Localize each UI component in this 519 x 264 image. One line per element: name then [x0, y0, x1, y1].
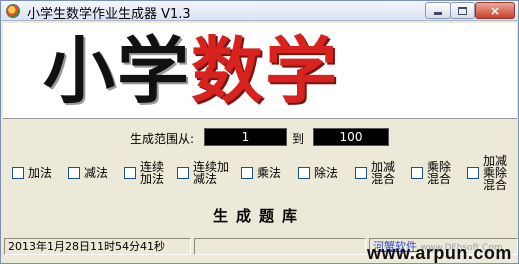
option-label: 加减 混合 [371, 160, 396, 186]
banner-logo: 小学数学 [3, 23, 517, 119]
checkbox[interactable] [355, 167, 367, 179]
minimize-icon [434, 12, 442, 15]
status-time: 2013年1月28日11时54分41秒 [4, 238, 191, 255]
option-all-mixed[interactable]: 加减 乘除 混合 [467, 155, 507, 191]
close-icon: × [489, 3, 501, 18]
option-division[interactable]: 除法 [298, 161, 338, 179]
option-label: 加减 乘除 混合 [483, 154, 508, 192]
checkbox[interactable] [177, 167, 189, 179]
checkbox[interactable] [124, 167, 136, 179]
checkbox[interactable] [298, 167, 310, 179]
watermark-text: www.arpun.com [367, 243, 512, 263]
option-label: 连续加 减法 [193, 160, 230, 186]
checkbox[interactable] [241, 167, 253, 179]
maximize-button[interactable] [450, 2, 475, 19]
option-subtraction[interactable]: 减法 [68, 161, 108, 179]
option-continuous-addition[interactable]: 连续 加法 [124, 161, 164, 185]
checkbox[interactable] [411, 167, 423, 179]
option-label: 除法 [314, 166, 339, 180]
option-multiplication[interactable]: 乘法 [241, 161, 281, 179]
checkbox[interactable] [467, 167, 479, 179]
generate-button[interactable]: 生成题库 [213, 205, 305, 226]
option-label: 乘除 混合 [427, 160, 452, 186]
option-add-subtract-mixed[interactable]: 加减 混合 [355, 161, 395, 185]
banner-text-red: 数学 [191, 29, 340, 113]
checkbox[interactable] [12, 167, 24, 179]
option-addition[interactable]: 加法 [12, 161, 52, 179]
window-title: 小学生数学作业生成器 V1.3 [27, 7, 191, 22]
maximize-icon [458, 6, 467, 15]
option-multiply-divide-mixed[interactable]: 乘除 混合 [411, 161, 451, 185]
option-continuous-add-subtract[interactable]: 连续加 减法 [177, 161, 229, 185]
range-from-input[interactable]: 1 [204, 128, 287, 146]
checkbox[interactable] [68, 167, 80, 179]
minimize-button[interactable] [425, 2, 451, 19]
range-label: 生成范围从: [130, 132, 195, 146]
title-bar[interactable]: 小学生数学作业生成器 V1.3 × [1, 1, 518, 22]
option-label: 连续 加法 [140, 160, 165, 186]
app-window: 小学生数学作业生成器 V1.3 × 小学数学 生成范围从: 1 到 100 加法… [0, 0, 519, 264]
app-icon [6, 4, 20, 18]
option-label: 乘法 [257, 166, 282, 180]
option-label: 加法 [28, 166, 53, 180]
banner-title: 小学数学 [43, 27, 339, 115]
banner-text-black: 小学 [43, 29, 192, 113]
range-separator: 到 [292, 132, 305, 146]
range-to-input[interactable]: 100 [313, 128, 389, 146]
option-label: 减法 [84, 166, 109, 180]
status-middle [194, 238, 366, 255]
close-button[interactable]: × [475, 2, 515, 19]
